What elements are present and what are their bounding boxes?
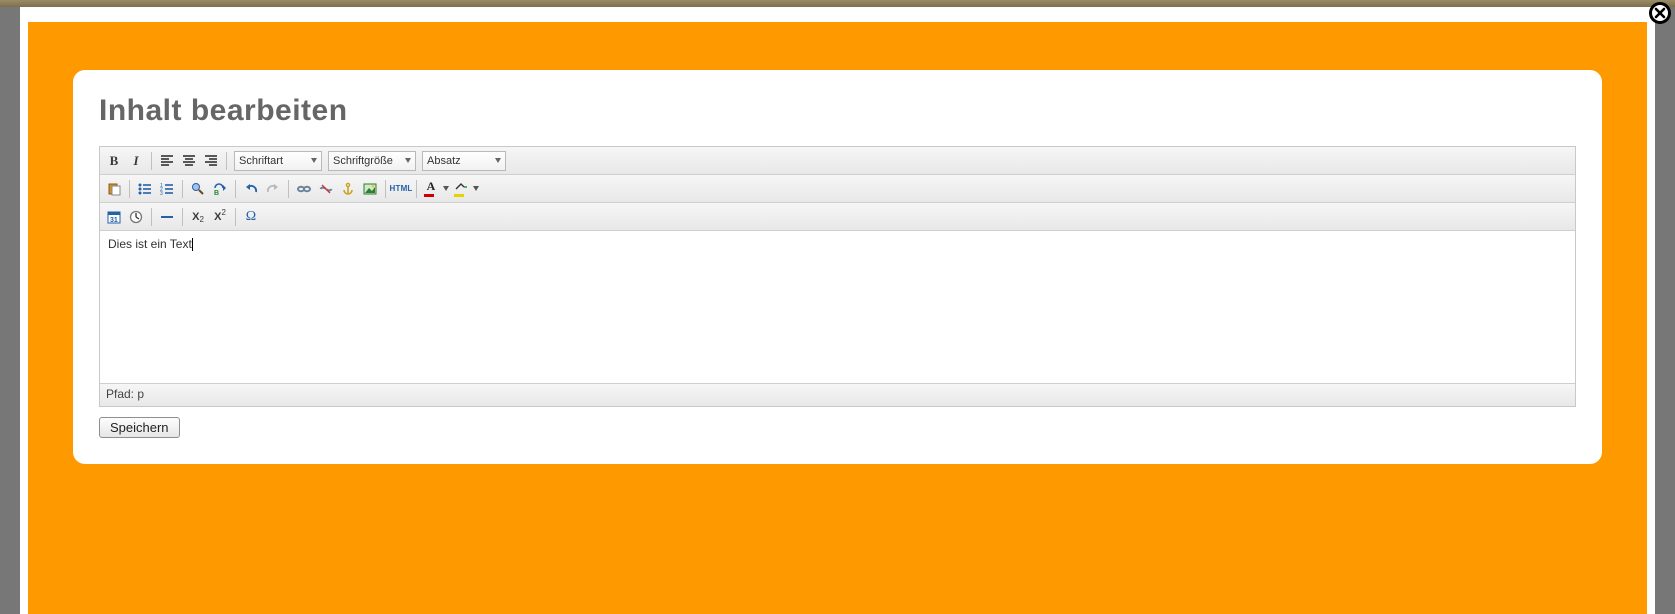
undo-button[interactable] — [241, 179, 261, 199]
editor-content-area[interactable]: Dies ist ein Text — [100, 231, 1575, 383]
font-size-select[interactable]: Schriftgröße — [328, 151, 416, 171]
align-center-button[interactable] — [179, 151, 199, 171]
separator — [151, 208, 152, 226]
align-right-button[interactable] — [201, 151, 221, 171]
subscript-button[interactable]: X2 — [188, 207, 208, 227]
special-character-button[interactable]: Ω — [241, 207, 261, 227]
insert-time-button[interactable] — [126, 207, 146, 227]
separator — [182, 180, 183, 198]
redo-button[interactable] — [263, 179, 283, 199]
find-button[interactable] — [188, 179, 208, 199]
separator — [226, 152, 227, 170]
separator — [385, 180, 386, 198]
font-family-label: Schriftart — [239, 155, 283, 167]
editor-text: Dies ist ein Text — [108, 237, 192, 251]
separator — [288, 180, 289, 198]
save-button[interactable]: Speichern — [99, 417, 180, 438]
editor-dialog: Inhalt bearbeiten B I — [73, 70, 1602, 464]
font-family-select[interactable]: Schriftart — [234, 151, 322, 171]
toolbar-row-3: 31 X2 X2 — [100, 203, 1575, 231]
align-left-button[interactable] — [157, 151, 177, 171]
separator — [151, 152, 152, 170]
separator — [129, 180, 130, 198]
close-icon — [1654, 7, 1666, 19]
separator — [416, 180, 417, 198]
block-format-label: Absatz — [427, 155, 461, 167]
svg-text:B: B — [214, 190, 219, 196]
ordered-list-button[interactable]: 123 — [157, 179, 177, 199]
unlink-button[interactable] — [316, 179, 336, 199]
editor-statusbar: Pfad: p — [100, 383, 1575, 406]
rich-text-editor: B I Schriftart Schriftgröße Absat — [99, 146, 1576, 407]
image-button[interactable] — [360, 179, 380, 199]
link-button[interactable] — [294, 179, 314, 199]
italic-button[interactable]: I — [126, 151, 146, 171]
separator — [182, 208, 183, 226]
page-title: Inhalt bearbeiten — [99, 94, 1576, 128]
html-source-button[interactable]: HTML — [391, 179, 411, 199]
insert-date-button[interactable]: 31 — [104, 207, 124, 227]
paste-button[interactable] — [104, 179, 124, 199]
svg-text:31: 31 — [110, 217, 118, 224]
toolbar-row-2: 123 B — [100, 175, 1575, 203]
horizontal-rule-button[interactable] — [157, 207, 177, 227]
background-color-dropdown[interactable] — [472, 179, 480, 199]
close-dialog-button[interactable] — [1649, 2, 1671, 24]
toolbar-row-1: B I Schriftart Schriftgröße Absat — [100, 147, 1575, 175]
block-format-select[interactable]: Absatz — [422, 151, 506, 171]
path-indicator[interactable]: Pfad: p — [106, 387, 144, 401]
find-replace-button[interactable]: B — [210, 179, 230, 199]
anchor-button[interactable] — [338, 179, 358, 199]
superscript-button[interactable]: X2 — [210, 207, 230, 227]
unordered-list-button[interactable] — [135, 179, 155, 199]
font-size-label: Schriftgröße — [333, 155, 393, 167]
bold-button[interactable]: B — [104, 151, 124, 171]
text-color-dropdown[interactable] — [442, 179, 450, 199]
svg-text:3: 3 — [160, 191, 163, 195]
text-caret — [192, 238, 193, 251]
separator — [235, 208, 236, 226]
background-color-button[interactable] — [452, 180, 470, 198]
text-color-button[interactable]: A — [422, 180, 440, 198]
separator — [235, 180, 236, 198]
